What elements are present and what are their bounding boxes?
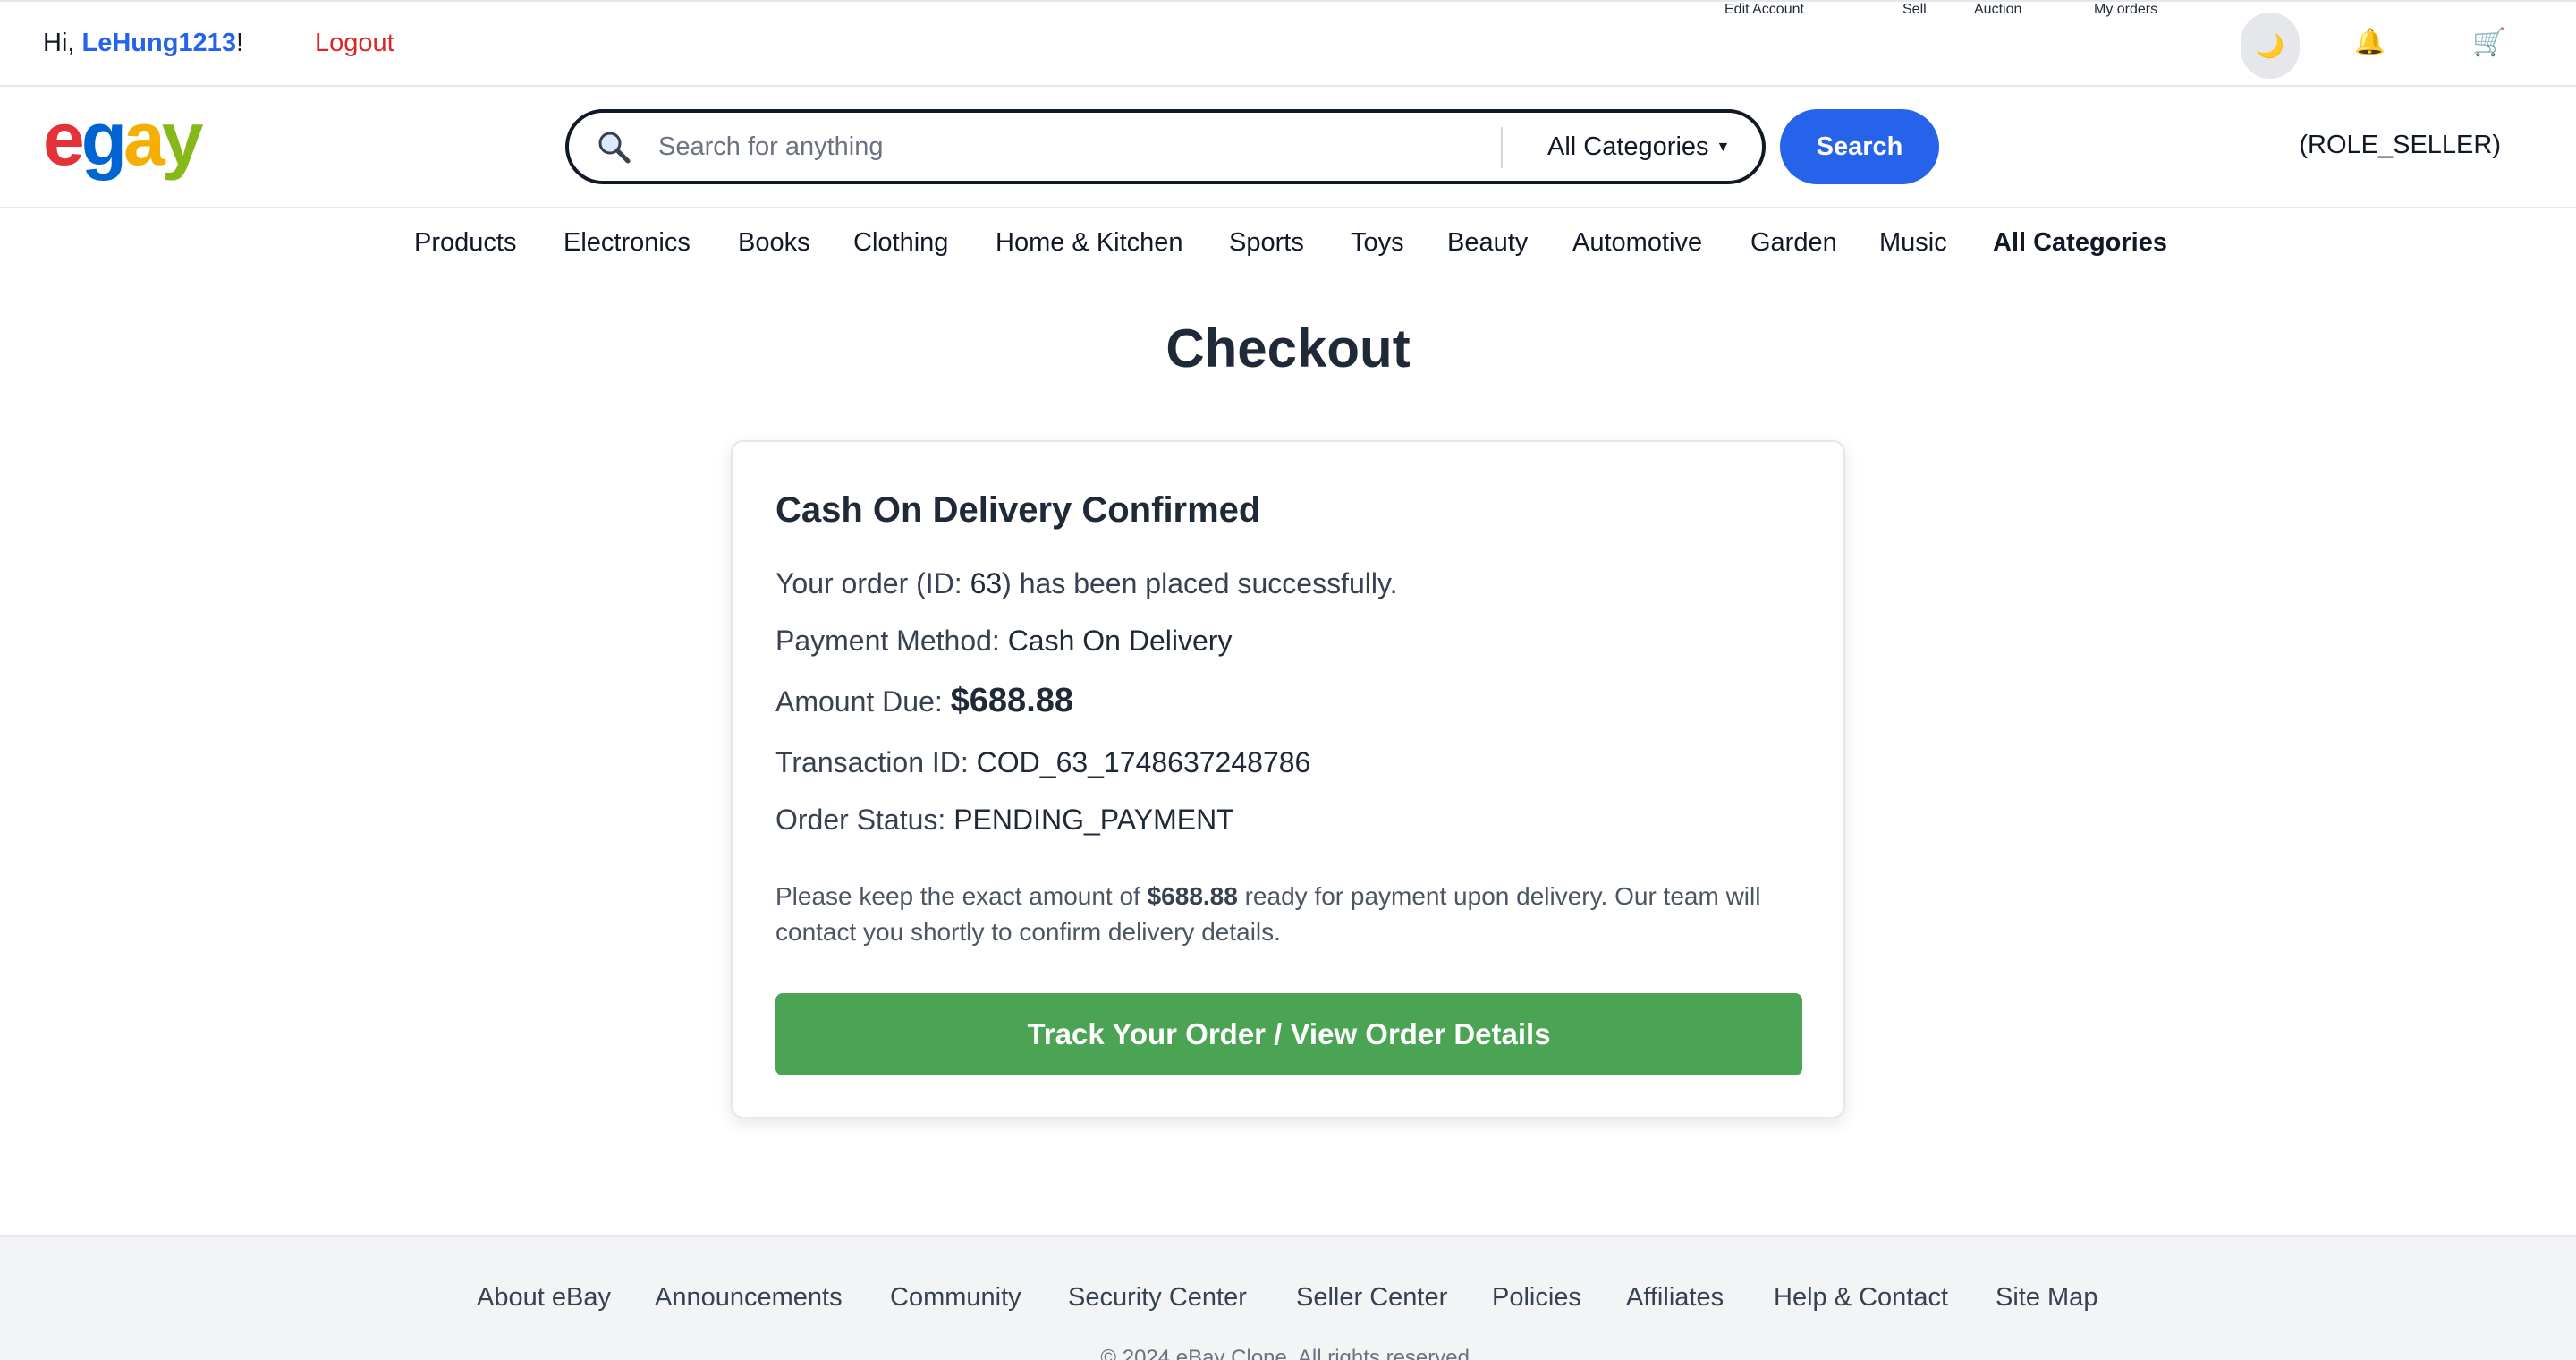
- chevron-down-icon: ▼: [1716, 140, 1731, 156]
- egay-logo[interactable]: egay: [43, 96, 204, 183]
- greeting-suffix: !: [235, 29, 244, 57]
- category-select-label: All Categories: [1547, 132, 1709, 161]
- search-input[interactable]: [658, 125, 1463, 168]
- logo-letter-a: a: [123, 97, 165, 181]
- footer-link-policies[interactable]: Policies: [1492, 1283, 1581, 1313]
- amount-label: Amount Due:: [775, 685, 951, 718]
- category-music[interactable]: Music: [1879, 228, 1947, 258]
- category-clothing[interactable]: Clothing: [853, 228, 948, 258]
- theme-toggle-button[interactable]: 🌙: [2241, 13, 2300, 79]
- card-heading: Cash On Delivery Confirmed: [775, 490, 1261, 530]
- bell-icon[interactable]: 🔔: [2354, 27, 2385, 56]
- greeting: Hi, LeHung1213!: [43, 29, 243, 58]
- search-icon: [598, 132, 631, 164]
- copyright: © 2024 eBay Clone. All rights reserved.: [1100, 1346, 1476, 1360]
- order-id: 63: [970, 567, 1003, 599]
- category-home-kitchen[interactable]: Home & Kitchen: [996, 228, 1183, 258]
- search-divider: [1501, 127, 1503, 168]
- category-beauty[interactable]: Beauty: [1447, 228, 1528, 258]
- category-books[interactable]: Books: [738, 228, 810, 258]
- category-sports[interactable]: Sports: [1229, 228, 1304, 258]
- cart-icon[interactable]: 🛒: [2472, 27, 2505, 58]
- footer-link-affiliates[interactable]: Affiliates: [1626, 1283, 1724, 1313]
- footer-link-help-contact[interactable]: Help & Contact: [1774, 1283, 1948, 1313]
- logo-letter-g: g: [80, 97, 127, 181]
- footer: About eBay Announcements Community Secur…: [0, 1235, 2576, 1360]
- track-order-button[interactable]: Track Your Order / View Order Details: [775, 993, 1802, 1075]
- search-box: All Categories ▼: [565, 109, 1766, 184]
- amount-value: $688.88: [950, 682, 1074, 719]
- category-automotive[interactable]: Automotive: [1572, 228, 1702, 258]
- category-garden[interactable]: Garden: [1750, 228, 1837, 258]
- payment-value: Cash On Delivery: [1007, 625, 1233, 657]
- checkout-card: Cash On Delivery Confirmed Your order (I…: [731, 440, 1845, 1118]
- order-suffix: ) has been placed successfully.: [1002, 567, 1398, 599]
- category-nav: Products Electronics Books Clothing Home…: [0, 210, 2576, 273]
- category-electronics[interactable]: Electronics: [564, 228, 691, 258]
- category-select[interactable]: All Categories ▼: [1547, 132, 1730, 162]
- footer-link-security-center[interactable]: Security Center: [1068, 1283, 1247, 1313]
- status-line: Order Status: PENDING_PAYMENT: [775, 803, 1234, 837]
- order-prefix: Your order (ID:: [775, 567, 970, 599]
- footer-link-seller-center[interactable]: Seller Center: [1296, 1283, 1447, 1313]
- transaction-line: Transaction ID: COD_63_1748637248786: [775, 746, 1310, 779]
- note-prefix: Please keep the exact amount of: [775, 882, 1148, 910]
- page-title: Checkout: [1165, 319, 1411, 378]
- category-products[interactable]: Products: [414, 228, 516, 258]
- transaction-label: Transaction ID:: [775, 746, 977, 778]
- status-value: PENDING_PAYMENT: [953, 803, 1234, 836]
- note-amount: $688.88: [1147, 882, 1238, 910]
- payment-line: Payment Method: Cash On Delivery: [775, 625, 1232, 658]
- username-link[interactable]: LeHung1213: [82, 29, 236, 57]
- header: egay All Categories ▼ Search (ROLE_SELLER…: [0, 87, 2576, 208]
- delivery-note: Please keep the exact amount of $688.88 …: [775, 879, 1804, 950]
- logout-link[interactable]: Logout: [315, 29, 394, 58]
- logo-letter-y: y: [161, 97, 204, 181]
- footer-link-site-map[interactable]: Site Map: [1996, 1283, 2097, 1313]
- order-line: Your order (ID: 63) has been placed succ…: [775, 567, 1397, 600]
- search-button[interactable]: Search: [1780, 109, 1939, 184]
- footer-link-community[interactable]: Community: [890, 1283, 1021, 1313]
- category-toys[interactable]: Toys: [1351, 228, 1404, 258]
- moon-icon: 🌙: [2255, 31, 2285, 59]
- top-bar: Hi, LeHung1213! Logout Edit Account Sell…: [0, 0, 2576, 87]
- logo-letter-e: e: [43, 97, 85, 181]
- role-label: (ROLE_SELLER): [2299, 131, 2501, 159]
- amount-line: Amount Due: $688.88: [775, 682, 1073, 720]
- footer-link-announcements[interactable]: Announcements: [655, 1283, 843, 1313]
- category-all[interactable]: All Categories: [1993, 228, 2167, 258]
- footer-link-about[interactable]: About eBay: [477, 1283, 611, 1313]
- status-label: Order Status:: [775, 803, 954, 836]
- greeting-prefix: Hi,: [43, 29, 82, 57]
- payment-label: Payment Method:: [775, 625, 1008, 657]
- transaction-value: COD_63_1748637248786: [976, 746, 1311, 778]
